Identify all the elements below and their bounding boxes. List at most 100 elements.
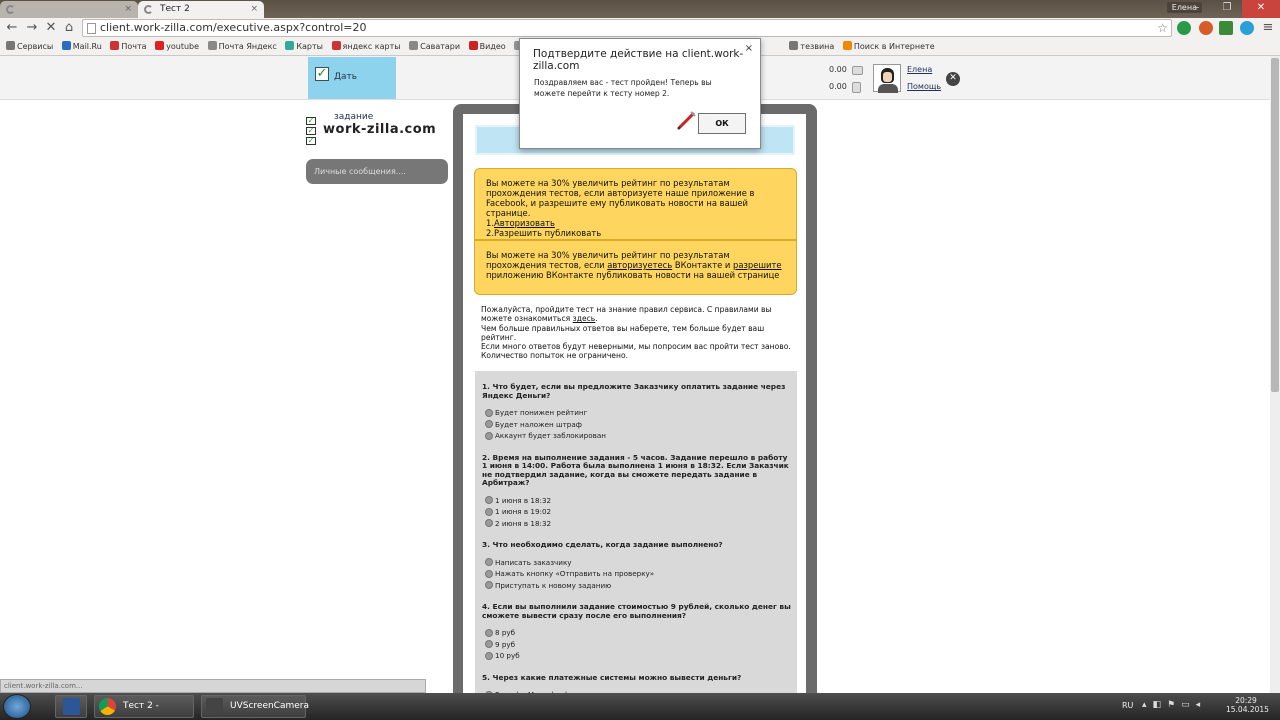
radio-button[interactable] — [485, 431, 493, 440]
ok-button[interactable]: ОК — [698, 113, 746, 134]
page-scrollbar[interactable] — [1270, 56, 1280, 693]
status-bar: client.work-zilla.com... — [0, 679, 426, 693]
taskbar-chrome-button[interactable]: Тест 2 - Google C... — [94, 695, 194, 718]
balance-value: 0.00 — [829, 65, 847, 74]
radio-button[interactable] — [485, 640, 493, 649]
bookmark-item[interactable]: youtube — [155, 38, 199, 55]
answer-option[interactable]: Будет понижен рейтинг — [475, 407, 797, 419]
tab-close-icon[interactable]: × — [250, 1, 258, 17]
bookmark-item[interactable]: Почта — [110, 38, 147, 55]
bookmark-item[interactable]: Видео — [468, 38, 506, 55]
close-window-icon[interactable]: ✕ — [1242, 0, 1280, 18]
bookmark-item[interactable]: тезвина — [789, 38, 834, 55]
stop-icon[interactable]: ✕ — [43, 20, 59, 36]
menu-icon[interactable]: ≡ — [1260, 20, 1276, 36]
radio-button[interactable] — [485, 408, 493, 417]
answer-option[interactable]: 10 руб — [475, 650, 797, 662]
give-task-label: Дать задание — [334, 72, 374, 122]
taskbar-chrome-label: Тест 2 - Google C... — [123, 701, 159, 711]
answer-option[interactable]: Аккаунт будет заблокирован — [475, 430, 797, 442]
test-intro: Пожалуйста, пройдите тест на знание прав… — [481, 305, 791, 361]
vk-allow-link[interactable]: разрешите — [733, 260, 782, 270]
url-text: client.work-zilla.com/executive.aspx?con… — [100, 21, 367, 34]
vk-login-link[interactable]: авторизуетесь — [607, 260, 672, 270]
extension-icon[interactable] — [1199, 21, 1213, 35]
taskbar-uvscreencamera-button[interactable]: UVScreenCamera — [201, 695, 310, 718]
bookmark-item[interactable]: Саватари — [409, 38, 460, 55]
avatar[interactable] — [873, 64, 901, 93]
tab-active[interactable]: Тест 2 × — [138, 1, 264, 18]
answer-option[interactable]: 1 июня в 18:32 — [475, 495, 797, 507]
window-controls: – ❐ ✕ — [1182, 0, 1280, 18]
extension-icon[interactable] — [1177, 21, 1191, 35]
authorize-link[interactable]: Авторизовать — [494, 218, 555, 228]
minimize-icon[interactable]: – — [1182, 0, 1212, 18]
scrollbar-thumb[interactable] — [1271, 58, 1279, 392]
tab-close-icon[interactable]: × — [124, 1, 132, 17]
radio-button[interactable] — [485, 569, 493, 578]
facebook-promo: Вы можете на 30% увеличить рейтинг по ре… — [474, 168, 797, 240]
bookmark-item[interactable]: яндекс карты — [331, 38, 401, 55]
bookmark-item[interactable]: Mail.Ru — [61, 38, 102, 55]
answer-option[interactable]: 9 руб — [475, 639, 797, 651]
answer-option[interactable]: Написать заказчику — [475, 557, 797, 569]
answer-option[interactable]: Нажать кнопку «Отправить на проверку» — [475, 568, 797, 580]
dialog-close-icon[interactable]: × — [745, 43, 753, 54]
loading-icon — [144, 5, 153, 14]
pencil-icon — [677, 111, 696, 130]
answer-option[interactable]: 2 июня в 18:32 — [475, 518, 797, 530]
private-messages-button[interactable]: Личные сообщения.... — [306, 159, 448, 184]
bookmark-item[interactable]: Сервисы — [6, 38, 53, 55]
address-bar[interactable]: client.work-zilla.com/executive.aspx?con… — [82, 19, 1172, 37]
avatar-face — [883, 72, 892, 82]
radio-button[interactable] — [485, 651, 493, 660]
tab-inactive[interactable]: × — [0, 1, 138, 18]
question-3: 3. Что необходимо сделать, когда задание… — [482, 540, 723, 549]
facebook-promo-step1: 1.Авторизовать — [486, 218, 555, 228]
taskbar-uv-label: UVScreenCamera — [230, 701, 310, 711]
dialog-title: Подтвердите действие на client.work-zill… — [533, 48, 744, 72]
answer-option[interactable]: 1 июня в 19:02 — [475, 506, 797, 518]
clock[interactable]: 20:29 15.04.2015 — [1226, 696, 1269, 714]
radio-button[interactable] — [485, 581, 493, 590]
user-name-link[interactable]: Елена — [907, 65, 932, 74]
tab-active-title: Тест 2 — [160, 4, 190, 14]
radio-button[interactable] — [485, 628, 493, 637]
bookmark-item[interactable]: Почта Яндекс — [207, 38, 277, 55]
bookmark-item[interactable]: Поиск в Интернете — [842, 38, 935, 55]
quiz-panel: 1. Что будет, если вы предложите Заказчи… — [475, 371, 797, 700]
answer-option[interactable]: Будет наложен штраф — [475, 419, 797, 431]
bookmark-star-icon[interactable]: ☆ — [1157, 20, 1168, 36]
question-1: 1. Что будет, если вы предложите Заказчи… — [482, 382, 786, 400]
logout-icon[interactable]: ✕ — [946, 72, 960, 86]
answer-option[interactable]: Приступать к новому заданию — [475, 580, 797, 592]
forward-icon[interactable]: → — [24, 20, 40, 36]
bookmark-item[interactable]: Карты — [285, 38, 323, 55]
avatar-body — [878, 84, 898, 93]
start-button[interactable] — [3, 694, 31, 719]
balance-value: 0.00 — [829, 82, 847, 91]
page-icon — [87, 23, 96, 34]
radio-button[interactable] — [485, 507, 493, 516]
logo-text: work-zilla.com — [323, 122, 437, 137]
skype-icon[interactable] — [1240, 21, 1254, 35]
extension-icon[interactable] — [1219, 21, 1233, 35]
system-tray-icons[interactable]: ▴◧⚑▭◂ — [1142, 700, 1206, 710]
help-link[interactable]: Помощь — [907, 82, 941, 91]
radio-button[interactable] — [485, 558, 493, 567]
rules-link[interactable]: здесь — [573, 314, 596, 323]
radio-button[interactable] — [485, 496, 493, 505]
logo-checkboxes: ✓ ✓ ✓ — [306, 116, 316, 145]
radio-button[interactable] — [485, 519, 493, 528]
back-icon[interactable]: ← — [4, 20, 20, 36]
radio-button[interactable] — [485, 420, 493, 429]
language-indicator[interactable]: RU — [1122, 701, 1133, 710]
answer-option[interactable]: 8 руб — [475, 627, 797, 639]
home-icon[interactable]: ⌂ — [61, 20, 77, 36]
give-task-button[interactable]: ✓ Дать задание — [308, 57, 396, 122]
taskbar-word-icon[interactable] — [55, 695, 87, 718]
maximize-icon[interactable]: ❐ — [1212, 0, 1242, 18]
clock-date: 15.04.2015 — [1226, 705, 1269, 714]
site-logo[interactable]: ✓ ✓ ✓ work-zilla.com — [306, 117, 441, 147]
dialog-message: Поздравляем вас - тест пройден! Теперь в… — [534, 78, 712, 98]
